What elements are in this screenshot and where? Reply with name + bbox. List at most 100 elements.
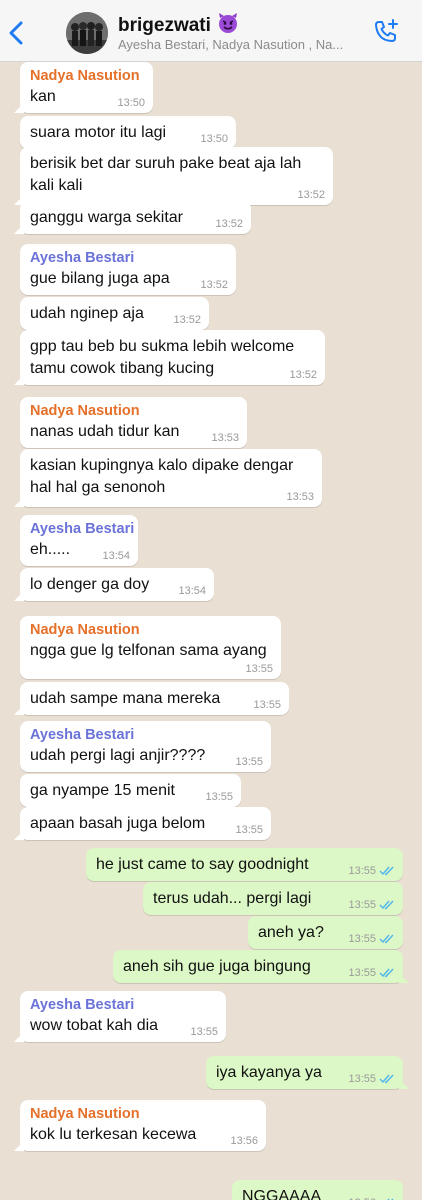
message-timestamp: 13:50 — [117, 97, 145, 109]
incoming-message[interactable]: apaan basah juga belom 13:55 — [14, 807, 271, 840]
message-timestamp: 13:55 — [205, 791, 233, 803]
timestamp-text: 13:52 — [173, 314, 201, 326]
timestamp-text: 13:55 — [190, 1026, 218, 1038]
message-timestamp: 13:52 — [297, 189, 325, 201]
message-timestamp: 13:53 — [211, 432, 239, 444]
incoming-message[interactable]: Nadya Nasution kok lu terkesan kecewa 13:5… — [14, 1100, 266, 1151]
message-text: kok lu terkesan kecewa — [30, 1126, 197, 1143]
timestamp-text: 13:55 — [205, 791, 233, 803]
incoming-message[interactable]: Nadya Nasution ngga gue lg telfonan sama … — [20, 616, 281, 679]
group-avatar[interactable] — [66, 12, 108, 54]
message-timestamp: 13:52 — [289, 369, 317, 381]
message-text: gue bilang juga apa — [30, 270, 170, 287]
message-text: nanas udah tidur kan — [30, 423, 180, 440]
incoming-message[interactable]: Ayesha Bestari gue bilang juga apa 13:52 — [20, 244, 236, 295]
message-text: kasian kupingnya kalo dipake dengar hal … — [30, 457, 294, 496]
incoming-message[interactable]: Ayesha Bestari udah pergi lagi anjir???? 1… — [20, 721, 271, 772]
message-timestamp: 13:55 — [245, 663, 273, 675]
outgoing-message[interactable]: aneh ya? 13:55 — [248, 916, 403, 949]
timestamp-text: 13:55 — [348, 933, 376, 945]
timestamp-text: 13:55 — [235, 824, 263, 836]
timestamp-text: 13:56 — [230, 1135, 258, 1147]
sender-name[interactable]: Nadya Nasution — [30, 622, 271, 638]
smiling-imp-emoji-icon — [218, 13, 237, 33]
message-timestamp: 13:55 — [348, 933, 395, 945]
incoming-message[interactable]: kasian kupingnya kalo dipake dengar hal … — [14, 449, 322, 507]
message-text: gpp tau beb bu sukma lebih welcome tamu … — [30, 338, 295, 377]
incoming-message[interactable]: Ayesha Bestari wow tobat kah dia 13:55 — [14, 991, 226, 1042]
sender-name[interactable]: Ayesha Bestari — [30, 727, 261, 743]
timestamp-text: 13:55 — [253, 699, 281, 711]
message-timestamp: 13:55 — [348, 865, 395, 877]
message-list[interactable]: Nadya Nasution kan 13:50 suara motor itu la… — [0, 62, 422, 1200]
incoming-message[interactable]: ga nyampe 15 menit 13:55 — [20, 774, 241, 807]
message-timestamp: 13:56 — [230, 1135, 258, 1147]
incoming-message[interactable]: udah nginep aja 13:52 — [20, 297, 209, 330]
timestamp-text: 13:55 — [348, 865, 376, 877]
sender-name[interactable]: Nadya Nasution — [30, 403, 237, 419]
chat-title-text: brigezwati — [118, 15, 211, 36]
timestamp-text: 13:55 — [348, 967, 376, 979]
message-timestamp: 13:55 — [235, 756, 263, 768]
timestamp-text: 13:55 — [245, 663, 273, 675]
timestamp-text: 13:55 — [348, 1073, 376, 1085]
chat-participants[interactable]: Ayesha Bestari, Nadya Nasution , Na... — [118, 37, 363, 52]
chat-title[interactable]: brigezwati — [118, 12, 239, 37]
incoming-message[interactable]: berisik bet dar suruh pake beat aja lah … — [14, 147, 333, 205]
incoming-message[interactable]: Ayesha Bestari eh..... 13:54 — [20, 515, 138, 566]
incoming-message[interactable]: ganggu warga sekitar 13:52 — [14, 201, 251, 234]
read-receipt-icon — [379, 1074, 394, 1084]
incoming-message[interactable]: lo denger ga doy 13:54 — [14, 568, 214, 601]
timestamp-text: 13:55 — [348, 899, 376, 911]
outgoing-message[interactable]: NGGAAAA13:56 — [232, 1180, 403, 1200]
read-receipt-icon — [379, 934, 394, 944]
timestamp-text: 13:55 — [235, 756, 263, 768]
timestamp-text: 13:53 — [211, 432, 239, 444]
outgoing-message[interactable]: iya kayanya ya 13:55 — [206, 1056, 409, 1089]
timestamp-text: 13:52 — [215, 218, 243, 230]
timestamp-text: 13:54 — [102, 550, 130, 562]
chevron-left-icon[interactable] — [6, 20, 28, 46]
sender-name[interactable]: Nadya Nasution — [30, 68, 143, 84]
timestamp-text: 13:52 — [297, 189, 325, 201]
incoming-message[interactable]: Nadya Nasution kan 13:50 — [14, 62, 153, 113]
chat-header: brigezwati Ayesha Bestari, Nadya Nasutio… — [0, 0, 422, 62]
incoming-message[interactable]: udah sampe mana mereka 13:55 — [14, 682, 289, 715]
message-text: ga nyampe 15 menit — [30, 782, 175, 799]
outgoing-message[interactable]: aneh sih gue juga bingung 13:55 — [113, 950, 409, 983]
sender-name[interactable]: Nadya Nasution — [30, 1106, 256, 1122]
sender-name[interactable]: Ayesha Bestari — [30, 997, 216, 1013]
timestamp-text: 13:52 — [200, 279, 228, 291]
message-text: berisik bet dar suruh pake beat aja lah … — [30, 155, 302, 194]
message-timestamp: 13:52 — [200, 279, 228, 291]
message-text: suara motor itu lagi — [30, 124, 167, 141]
incoming-message[interactable]: gpp tau beb bu sukma lebih welcome tamu … — [14, 330, 325, 385]
message-timestamp: 13:55 — [348, 967, 395, 979]
outgoing-message[interactable]: terus udah... pergi lagi 13:55 — [143, 882, 403, 915]
sender-name[interactable]: Ayesha Bestari — [30, 521, 134, 537]
sender-name[interactable]: Ayesha Bestari — [30, 250, 226, 266]
message-text: udah sampe mana mereka — [30, 690, 221, 707]
message-text: apaan basah juga belom — [30, 815, 206, 832]
message-timestamp: 13:52 — [173, 314, 201, 326]
message-timestamp: 13:55 — [348, 899, 395, 911]
add-call-icon[interactable] — [372, 18, 400, 46]
message-timestamp: 13:55 — [235, 824, 263, 836]
message-timestamp: 13:52 — [215, 218, 243, 230]
incoming-message[interactable]: Nadya Nasution nanas udah tidur kan 13:53 — [20, 397, 247, 448]
message-text: ngga gue lg telfonan sama ayang — [30, 642, 267, 659]
timestamp-text: 13:52 — [289, 369, 317, 381]
message-timestamp: 13:53 — [286, 491, 314, 503]
read-receipt-icon — [379, 866, 394, 876]
message-timestamp: 13:55 — [253, 699, 281, 711]
message-timestamp: 13:54 — [178, 585, 206, 597]
message-timestamp: 13:55 — [348, 1073, 395, 1085]
message-timestamp: 13:50 — [200, 133, 228, 145]
read-receipt-icon — [379, 968, 394, 978]
timestamp-text: 13:50 — [117, 97, 145, 109]
read-receipt-icon — [379, 900, 394, 910]
message-text: udah pergi lagi anjir???? — [30, 747, 206, 764]
incoming-message[interactable]: suara motor itu lagi 13:50 — [20, 116, 236, 149]
outgoing-message[interactable]: he just came to say goodnight 13:55 — [86, 848, 403, 881]
timestamp-text: 13:54 — [178, 585, 206, 597]
